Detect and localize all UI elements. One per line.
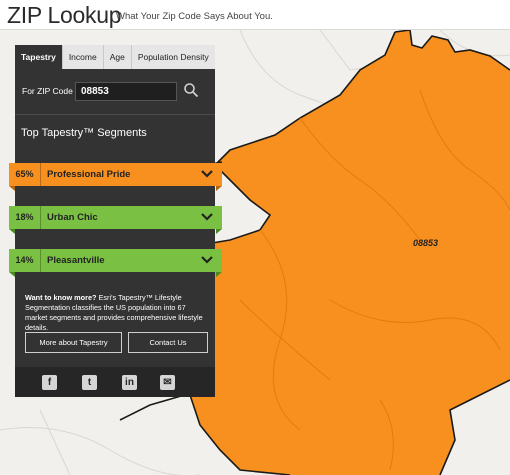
info-text: Want to know more? Esri's Tapestry™ Life…: [25, 293, 209, 333]
app-subtitle: What Your Zip Code Says About You.: [116, 11, 273, 22]
segment-percent: 65%: [9, 163, 41, 186]
segment-fold-corner: [9, 229, 15, 234]
chevron-down-icon: [201, 170, 213, 178]
map-zip-label: 08853: [413, 238, 439, 248]
segment-fold-corner: [216, 229, 222, 234]
tab-bar: Tapestry Income Age Population Density: [15, 45, 215, 69]
search-icon: [184, 83, 199, 98]
zip-label: For ZIP Code: [22, 86, 73, 96]
tab-population-density[interactable]: Population Density: [132, 45, 215, 69]
info-bold: Want to know more?: [25, 293, 97, 302]
segment-fold-corner: [9, 272, 15, 277]
segment-name: Professional Pride: [47, 169, 131, 180]
chevron-down-icon: [201, 213, 213, 221]
segment-fold-corner: [216, 186, 222, 191]
segment-urban-chic[interactable]: 18% Urban Chic: [9, 206, 222, 229]
email-button[interactable]: ✉: [160, 375, 175, 390]
zip-row: For ZIP Code: [15, 79, 215, 103]
tab-age[interactable]: Age: [104, 45, 132, 69]
search-button[interactable]: [182, 82, 200, 101]
segment-fold-corner: [216, 272, 222, 277]
facebook-button[interactable]: f: [42, 375, 57, 390]
app-header: ZIP Lookup What Your Zip Code Says About…: [0, 0, 510, 30]
twitter-button[interactable]: t: [82, 375, 97, 390]
zip-input[interactable]: [75, 82, 177, 101]
tab-tapestry[interactable]: Tapestry: [15, 45, 63, 69]
tab-income[interactable]: Income: [63, 45, 104, 69]
contact-us-button[interactable]: Contact Us: [128, 332, 208, 353]
segment-pleasantville[interactable]: 14% Pleasantville: [9, 249, 222, 272]
segment-professional-pride[interactable]: 65% Professional Pride: [9, 163, 222, 186]
facebook-icon: f: [47, 377, 52, 388]
twitter-icon: t: [87, 377, 92, 388]
chevron-down-icon: [201, 256, 213, 264]
segments-title: Top Tapestry™ Segments: [21, 127, 147, 139]
social-bar: f t in ✉: [15, 367, 215, 397]
segment-percent: 14%: [9, 249, 41, 272]
segment-name: Pleasantville: [47, 255, 105, 266]
linkedin-icon: in: [125, 377, 134, 388]
panel-divider: [15, 114, 215, 115]
segment-percent: 18%: [9, 206, 41, 229]
email-icon: ✉: [163, 377, 172, 388]
linkedin-button[interactable]: in: [122, 375, 137, 390]
segment-name: Urban Chic: [47, 212, 98, 223]
more-about-tapestry-button[interactable]: More about Tapestry: [25, 332, 122, 353]
segment-fold-corner: [9, 186, 15, 191]
app-title: ZIP Lookup: [7, 2, 122, 28]
